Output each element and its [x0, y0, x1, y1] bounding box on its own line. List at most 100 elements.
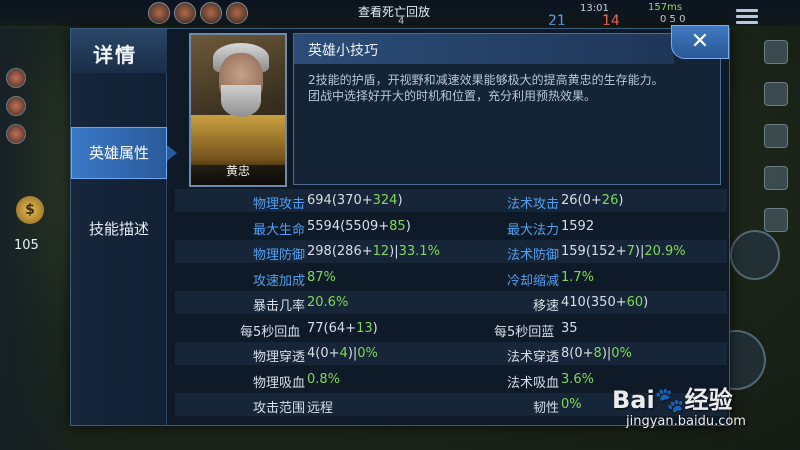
stat-label: 法术防御 [507, 248, 560, 263]
stat-base: 159 [561, 244, 586, 259]
stat-label: 攻击范围 [253, 401, 306, 416]
score-red: 14 [602, 13, 620, 29]
stat-value: 410(350+60) [561, 295, 648, 310]
hero-tip-box: 英雄小技巧 2技能的护盾，开视野和减速效果能够极大的提高黄忠的生存能力。 团战中… [293, 33, 721, 185]
stat-label: 攻速加成 [253, 273, 306, 289]
stat-value: 20.6% [307, 295, 348, 310]
stat-value: 694(370+324) [307, 193, 403, 208]
left-hud: $ 105 [0, 28, 70, 450]
stat-value: 0% [561, 397, 582, 412]
stat-value: 298(286+12)|33.1% [307, 244, 440, 259]
dialog-title: 详情 [93, 43, 137, 67]
tip-line: 团战中选择好开大的时机和位置，充分利用预热效果。 [308, 89, 597, 103]
stat-label: 物理穿透 [253, 350, 306, 365]
hero-avatar [148, 2, 170, 24]
score-blue: 21 [548, 13, 566, 29]
stat-label: 法术穿透 [507, 350, 560, 365]
tab-hero-attributes[interactable]: 英雄属性 [71, 127, 177, 179]
stat-label: 法术吸血 [507, 375, 560, 391]
stat-value: 35 [561, 321, 578, 336]
ping-indicator: 157ms [648, 2, 683, 13]
flag-icon[interactable] [764, 124, 788, 148]
stat-value: 5594(5509+85) [307, 219, 411, 234]
stat-base: 0.8% [307, 371, 341, 387]
stat-base: 1592 [561, 218, 595, 234]
stat-row: 每5秒回血 77(64+13) 每5秒回蓝 35 [175, 317, 727, 340]
dialog-title-bar: 详情 [71, 29, 167, 73]
hero-avatar-row [148, 2, 248, 24]
stat-value: 0.8% [307, 372, 340, 387]
stat-base: 5594 [307, 218, 341, 234]
hero-portrait: 黄忠 [189, 33, 287, 187]
right-hud [764, 40, 794, 250]
stat-detail: (0+8) [569, 346, 607, 361]
stat-row: 物理穿透 4(0+4)|0% 法术穿透 8(0+8)|0% [175, 342, 727, 365]
stat-value: 77(64+13) [307, 321, 378, 336]
baidu-watermark-url: jingyan.baidu.com [626, 414, 746, 429]
game-hud-top: 查看死亡回放 4 21 13:01 14 157ms 0 5 0 [0, 0, 800, 29]
stat-detail: (0+4) [315, 346, 353, 361]
stat-base: 410 [561, 295, 586, 310]
stat-value: 4(0+4)|0% [307, 346, 378, 361]
target-icon[interactable] [764, 208, 788, 232]
stat-value: 8(0+8)|0% [561, 346, 632, 361]
baidu-watermark-logo: Bai🐾经验 [612, 386, 733, 414]
hero-beard [221, 85, 261, 117]
stat-row: 最大生命 5594(5509+85) 最大法力 1592 [175, 215, 727, 238]
tab-skill-description[interactable]: 技能描述 [71, 203, 167, 255]
stat-value: 26(0+26) [561, 193, 623, 208]
stat-detail: (5509+85) [340, 218, 411, 234]
stat-label: 物理攻击 [253, 197, 306, 212]
stat-value: 87% [307, 270, 336, 285]
hero-detail-dialog: 详情 英雄属性 技能描述 黄忠 英雄小技巧 2技能的护盾，开视野和减速效果能够极… [70, 25, 730, 426]
stat-extra: 20.9% [644, 244, 686, 259]
stat-row: 攻速加成 87% 冷却缩减 1.7% [175, 266, 727, 289]
stat-base: 远程 [307, 401, 334, 416]
close-button[interactable]: ✕ [671, 25, 729, 59]
stat-label: 法术攻击 [507, 197, 560, 212]
menu-icon[interactable] [736, 6, 758, 26]
stat-base: 694 [307, 193, 332, 208]
stat-detail: (64+13) [323, 320, 378, 336]
stat-base: 20.6% [307, 295, 349, 310]
stat-label: 每5秒回蓝 [494, 324, 555, 340]
stat-label: 暴击几率 [253, 299, 306, 314]
stat-base: 26 [561, 193, 578, 208]
stat-value: 远程 [307, 397, 333, 416]
stat-label: 最大法力 [507, 222, 560, 238]
stat-detail: (370+324) [331, 193, 403, 208]
dialog-sidebar: 英雄属性 技能描述 [71, 73, 177, 425]
tip-line: 2技能的护盾，开视野和减速效果能够极大的提高黄忠的生存能力。 [308, 73, 664, 87]
stat-value: 1592 [561, 219, 594, 234]
shield-icon[interactable] [764, 82, 788, 106]
tip-body: 2技能的护盾，开视野和减速效果能够极大的提高黄忠的生存能力。 团战中选择好开大的… [308, 72, 708, 104]
stat-detail: (0+26) [577, 193, 624, 208]
skill-button[interactable] [730, 230, 780, 280]
stat-value: 159(152+7)|20.9% [561, 244, 686, 259]
stat-extra: 0% [357, 346, 378, 361]
stat-detail: (350+60) [585, 295, 649, 310]
tip-title: 英雄小技巧 [308, 43, 378, 59]
gold-value: 105 [14, 238, 39, 253]
sword-icon[interactable] [764, 40, 788, 64]
stat-extra: 0% [611, 346, 632, 361]
stat-base: 35 [561, 320, 578, 336]
stat-label: 最大生命 [253, 222, 306, 238]
hero-avatar [200, 2, 222, 24]
kda-stats: 0 5 0 [660, 14, 686, 25]
stat-row: 暴击几率 20.6% 移速 410(350+60) [175, 291, 727, 314]
teammate-portrait [6, 124, 26, 144]
stat-base: 3.6% [561, 371, 595, 387]
stat-base: 87% [307, 269, 336, 285]
hero-avatar [226, 2, 248, 24]
stat-row: 物理防御 298(286+12)|33.1% 法术防御 159(152+7)|20.9… [175, 240, 727, 263]
stat-base: 77 [307, 320, 324, 336]
stat-base: 0% [561, 397, 582, 412]
chat-icon[interactable] [764, 166, 788, 190]
kill-count: 4 [398, 16, 405, 27]
gold-icon[interactable]: $ [16, 196, 44, 224]
stat-value: 3.6% [561, 372, 594, 387]
death-replay-title[interactable]: 查看死亡回放 [358, 3, 430, 20]
stat-row: 物理攻击 694(370+324) 法术攻击 26(0+26) [175, 189, 727, 212]
hero-armor [191, 115, 285, 165]
